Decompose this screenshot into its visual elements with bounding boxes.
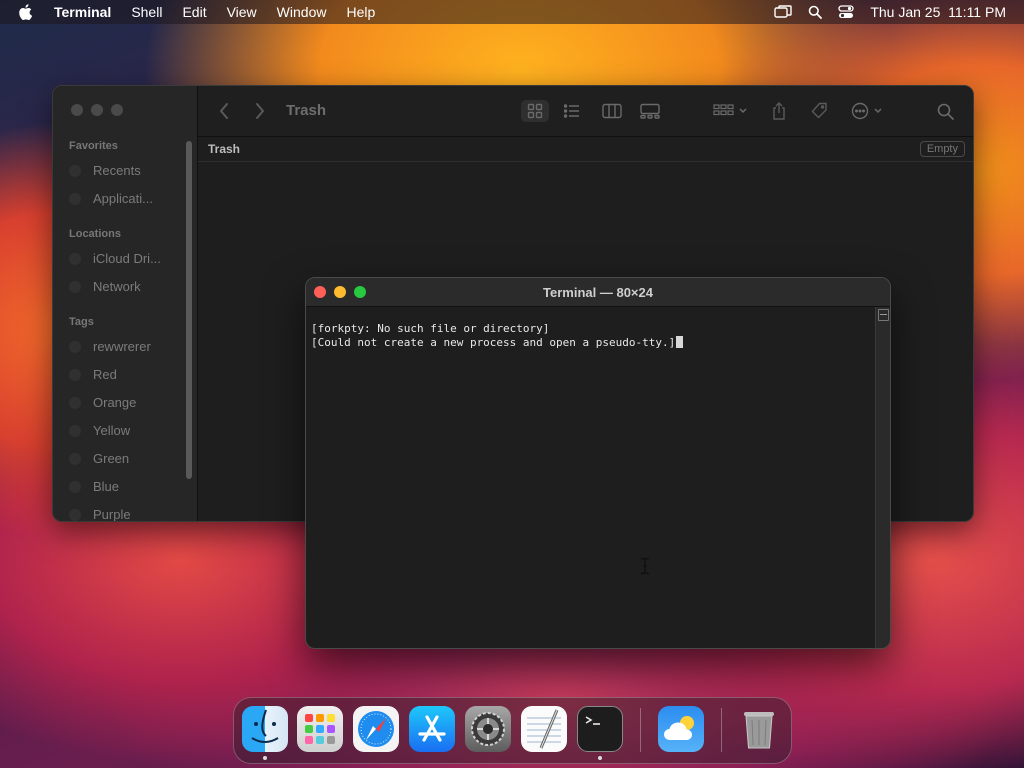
empty-trash-button[interactable]: Empty [919,141,965,157]
apple-menu-icon[interactable] [18,4,36,20]
terminal-scrollbar[interactable] [875,307,890,648]
dock-finder-icon[interactable] [242,706,288,752]
finder-sidebar: Favorites Recents Applicati... Locations… [53,86,198,521]
sidebar-item-label: Applicati... [93,191,153,206]
sidebar-item-applications[interactable]: Applicati... [69,191,153,206]
sidebar-tag-blue[interactable]: Blue [69,479,120,494]
sidebar-tag-purple[interactable]: Purple [69,507,131,522]
tag-dot-icon [69,369,81,381]
dock-separator [721,708,722,752]
sidebar-item-label: Network [93,279,141,294]
sidebar-item-label: Yellow [93,423,131,438]
sidebar-section-locations: Locations [69,228,121,240]
sidebar-item-label: iCloud Dri... [93,251,161,266]
gallery-view-icon[interactable] [636,100,664,122]
sidebar-item-label: Recents [93,163,141,178]
spotlight-search-icon[interactable] [808,5,823,19]
sidebar-section-tags: Tags [69,316,94,328]
tag-dot-icon [69,453,81,465]
finder-window-title: Trash [286,102,327,119]
tag-dot-icon [69,341,81,353]
screen-mirroring-icon[interactable] [774,5,793,19]
dock-separator [640,708,641,752]
menu-edit[interactable]: Edit [182,4,206,20]
finder-minimize-button[interactable] [91,104,103,116]
sidebar-item-label: Blue [93,479,120,494]
tag-icon[interactable] [805,100,833,122]
sidebar-scrollbar[interactable] [186,141,192,479]
finder-running-indicator [263,756,267,760]
search-icon[interactable] [931,100,959,122]
sidebar-tag-green[interactable]: Green [69,451,130,466]
trash-folder-label: Trash [208,142,241,156]
control-center-icon[interactable] [838,5,854,19]
terminal-titlebar[interactable]: Terminal — 80×24 [306,278,890,307]
cloud-icon [69,253,81,265]
share-icon[interactable] [765,100,793,122]
list-view-icon[interactable] [558,100,586,122]
sidebar-item-label: Red [93,367,117,382]
tag-dot-icon [69,425,81,437]
sidebar-item-recents[interactable]: Recents [69,163,141,178]
sidebar-item-label: rewwrerer [93,339,151,354]
more-actions-icon[interactable] [848,100,888,122]
dock-safari-icon[interactable] [353,706,399,752]
terminal-running-indicator [598,756,602,760]
menu-help[interactable]: Help [346,4,375,20]
finder-toolbar: Trash [198,86,973,137]
dock-trash-icon[interactable] [736,706,782,752]
finder-path-bar: Trash Empty [198,137,973,162]
globe-icon [69,281,81,293]
sidebar-tag-orange[interactable]: Orange [69,395,137,410]
menu-view[interactable]: View [227,4,257,20]
menu-app-name[interactable]: Terminal [54,4,111,20]
tag-dot-icon [69,481,81,493]
menu-shell[interactable]: Shell [131,4,162,20]
split-pane-icon[interactable] [878,309,889,321]
sidebar-tag-rewwrerer[interactable]: rewwrerer [69,339,151,354]
sidebar-item-icloud-drive[interactable]: iCloud Dri... [69,251,161,266]
finder-zoom-button[interactable] [111,104,123,116]
terminal-output[interactable]: [forkpty: No such file or directory] [Cou… [311,322,870,350]
forward-chevron-icon[interactable] [254,102,266,125]
column-view-icon[interactable] [598,100,626,122]
dock-app-store-icon[interactable] [409,706,455,752]
tag-dot-icon [69,509,81,521]
terminal-line: [Could not create a new process and open… [311,336,676,349]
back-chevron-icon[interactable] [218,102,230,125]
terminal-window: Terminal — 80×24 [forkpty: No such file … [305,277,891,649]
terminal-line-with-cursor: [Could not create a new process and open… [311,336,870,350]
sidebar-tag-yellow[interactable]: Yellow [69,423,131,438]
text-cursor [676,336,684,348]
dock-launchpad-icon[interactable] [297,706,343,752]
dock-system-settings-icon[interactable] [465,706,511,752]
sidebar-section-favorites: Favorites [69,140,118,152]
sidebar-item-label: Purple [93,507,131,522]
finder-close-button[interactable] [71,104,83,116]
sidebar-tag-red[interactable]: Red [69,367,117,382]
finder-window-controls [71,104,123,116]
sidebar-item-label: Green [93,451,130,466]
dock-textedit-icon[interactable] [521,706,567,752]
dock [233,697,792,764]
group-by-icon[interactable] [710,100,750,122]
menu-bar: Terminal Shell Edit View Window Help Thu… [0,0,1024,24]
clock-icon [69,165,81,177]
dock-terminal-icon[interactable] [577,706,623,752]
sidebar-item-network[interactable]: Network [69,279,141,294]
terminal-line: [forkpty: No such file or directory] [311,322,550,335]
sidebar-item-label: Orange [93,395,137,410]
menu-clock[interactable]: Thu Jan 25 11:11 PM [870,4,1006,20]
menu-window[interactable]: Window [277,4,327,20]
icon-view-grid-icon[interactable] [521,100,549,122]
ibeam-cursor-icon [640,557,650,580]
applications-icon [69,193,81,205]
dock-weather-icon[interactable] [658,706,704,752]
terminal-window-title: Terminal — 80×24 [543,285,653,300]
tag-dot-icon [69,397,81,409]
